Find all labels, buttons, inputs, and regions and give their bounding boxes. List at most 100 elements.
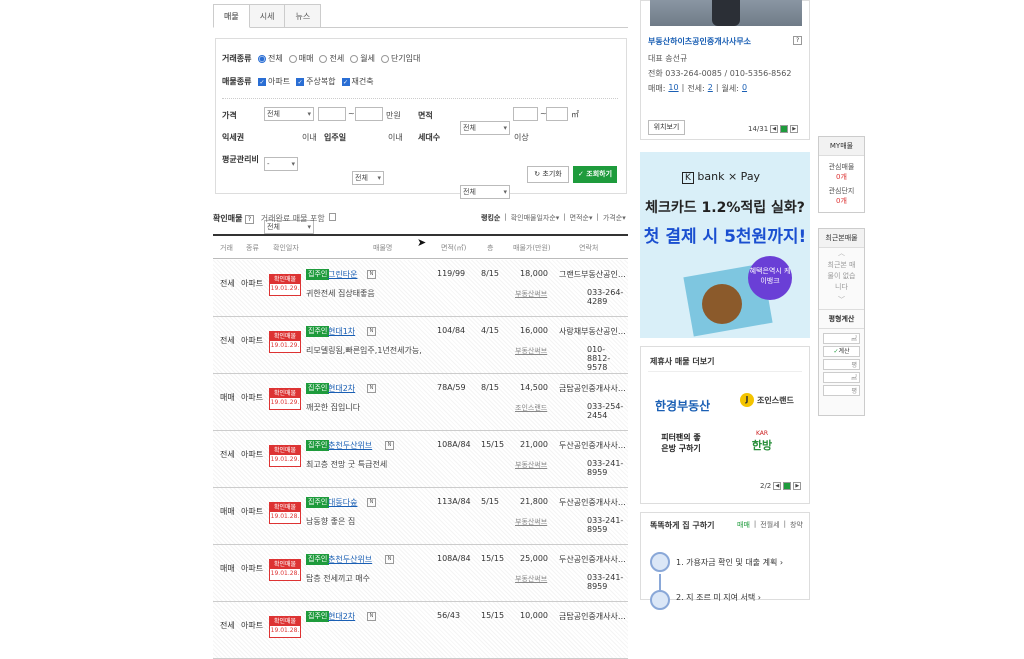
deal-option-monthly[interactable]: 월세: [350, 53, 375, 64]
deal-option-sale[interactable]: 매매: [288, 53, 313, 64]
type-apartment-checkbox[interactable]: ✓ 아파트: [258, 76, 290, 87]
row-name-link[interactable]: 현대2차: [328, 383, 355, 394]
search-button[interactable]: ✓ 조회하기: [573, 166, 617, 183]
prev-icon[interactable]: ◀: [773, 482, 782, 490]
row-agency[interactable]: 그랜드부동산공인…: [559, 269, 626, 280]
row-price: 21,800: [520, 497, 548, 506]
row-desc: 귀한전세 집상태좋음: [306, 289, 375, 298]
agent-monthly-count[interactable]: 0: [742, 83, 747, 94]
fav-listings-label[interactable]: 관심매물: [819, 156, 864, 172]
area-select[interactable]: 전체: [460, 121, 510, 135]
row-agency[interactable]: 금탑공인중개사사…: [559, 383, 626, 394]
row-agency[interactable]: 두산공인중개사사…: [559, 440, 626, 451]
partner-peterpan[interactable]: 피터팬의 좋은방 구하기: [660, 432, 702, 454]
sort-area[interactable]: 면적순▾: [570, 213, 593, 223]
smart-step1[interactable]: 1. 가용자금 확인 및 대출 계획 ›: [676, 557, 783, 568]
row-deal: 전세: [220, 450, 235, 459]
row-source[interactable]: 부동산써브: [515, 517, 547, 527]
row-source[interactable]: 부동산써브: [515, 460, 547, 470]
next-icon[interactable]: ▶: [790, 125, 799, 133]
calc-input-4[interactable]: 평: [823, 385, 860, 396]
pause-icon[interactable]: [783, 482, 792, 490]
households-select[interactable]: 전체: [460, 185, 510, 199]
partner-hankyung[interactable]: 한경부동산: [655, 397, 710, 414]
row-agency[interactable]: 두산공인중개사사…: [559, 497, 626, 508]
row-name-link[interactable]: 춘천두산위브: [328, 440, 372, 451]
prev-icon[interactable]: ◀: [770, 125, 779, 133]
row-agency[interactable]: 두산공인중개사사…: [559, 554, 626, 565]
row-date: 19.01.28.: [270, 627, 300, 634]
row-area: 78A/59: [437, 383, 466, 392]
agent-help-icon[interactable]: ?: [793, 36, 803, 45]
move-in-select[interactable]: 전체: [352, 171, 384, 185]
down-icon[interactable]: ﹀: [819, 295, 864, 305]
next-icon[interactable]: ▶: [793, 482, 802, 490]
sort-ranking[interactable]: 랭킹순: [481, 213, 500, 223]
tab-prices[interactable]: 시세: [249, 4, 286, 28]
price-max-input[interactable]: [355, 107, 383, 121]
table-row[interactable]: 매매 아파트 확인매물 19.01.28. 집주인 춘천두산위브 N 탑층 전세끼고 매수 10…: [213, 545, 628, 602]
row-name-link[interactable]: 현대2차: [328, 611, 355, 622]
calc-input-3[interactable]: ㎡: [823, 372, 860, 383]
type-rebuild-checkbox[interactable]: ✓ 재건축: [341, 76, 374, 87]
deal-option-all[interactable]: 전체: [258, 53, 283, 64]
deal-option-short[interactable]: 단기임대: [380, 53, 420, 64]
area-label: 면적: [418, 111, 433, 120]
row-name-link[interactable]: 현대1차: [328, 326, 355, 337]
row-type: 아파트: [241, 393, 264, 402]
row-floor: 15/15: [481, 611, 505, 620]
row-source[interactable]: 부동산써브: [515, 346, 547, 356]
partner-hanbang[interactable]: KAR 한방: [742, 430, 782, 453]
bear-character: [702, 284, 742, 324]
deal-option-jeonse[interactable]: 전세: [319, 53, 344, 64]
partner-joinsland[interactable]: J 조인스랜드: [740, 393, 794, 407]
deal-type-label: 거래종류: [222, 54, 252, 63]
calc-button[interactable]: ✓계산: [823, 346, 860, 357]
fav-complex-label[interactable]: 관심단지: [819, 182, 864, 196]
row-source[interactable]: 조인스랜드: [515, 403, 547, 413]
reset-button[interactable]: ↻ 초기화: [527, 166, 569, 183]
tab-news[interactable]: 뉴스: [285, 4, 322, 28]
kbank-ad[interactable]: K bank × Pay 체크카드 1.2%적립 실화? 첫 결제 시 5천원까…: [640, 152, 810, 338]
agent-sale-count[interactable]: 10: [668, 83, 678, 94]
col-price: 매물가(만원): [513, 244, 551, 252]
calc-m2-input[interactable]: ㎡: [823, 333, 860, 344]
smart-step2[interactable]: 2. 지 조르 미 지여 서택 ›: [676, 592, 761, 603]
price-min-input[interactable]: [318, 107, 346, 121]
area-min-input[interactable]: [513, 107, 538, 121]
row-desc: 탑층 전세끼고 매수: [306, 574, 370, 583]
sort-price[interactable]: 가격순▾: [603, 213, 626, 223]
sort-date[interactable]: 확인매물일자순▾: [511, 213, 560, 223]
table-row[interactable]: 전세 아파트 확인매물 19.01.29. 집주인 그린타운 N 귀한전세 집상태좋음 119/…: [213, 260, 628, 317]
smart-tab-sale[interactable]: 매매: [737, 520, 750, 530]
row-source[interactable]: 부동산써브: [515, 574, 547, 584]
row-price: 10,000: [520, 611, 548, 620]
row-source[interactable]: 부동산써브: [515, 289, 547, 299]
smart-tab-subscription[interactable]: 창약: [790, 520, 803, 530]
table-row[interactable]: 전세 아파트 확인매물 19.01.29. 집주인 춘천두산위브 N 최고층 전망 굿 특급전…: [213, 431, 628, 488]
agent-name[interactable]: 부동산하이츠공인중개사사무소: [648, 36, 751, 47]
yield-select[interactable]: -: [264, 157, 298, 171]
calc-pyeong-input[interactable]: 평: [823, 359, 860, 370]
pause-icon[interactable]: [780, 125, 789, 133]
type-mixed-checkbox[interactable]: ✓ 주상복합: [296, 76, 336, 87]
agent-jeonse-count[interactable]: 2: [708, 83, 713, 94]
smart-tab-lease[interactable]: 전월세: [760, 520, 779, 530]
map-button[interactable]: 위치보기: [648, 120, 685, 135]
table-row[interactable]: 매매 아파트 확인매물 19.01.29. 집주인 현대2차 N 깨끗한 집입니다 78A/59…: [213, 374, 628, 431]
include-completed-checkbox[interactable]: [329, 213, 337, 221]
row-name-link[interactable]: 대동다숲: [328, 497, 357, 508]
table-row[interactable]: 전세 아파트 확인매물 19.01.29. 집주인 현대1차 N 리모델링됨,빠른입주,1년전…: [213, 317, 628, 374]
row-name-link[interactable]: 춘천두산위브: [328, 554, 372, 565]
table-row[interactable]: 전세 아파트 확인매물 19.01.28. 집주인 현대2차 N 56/43 15/15 10,0…: [213, 602, 628, 659]
up-icon[interactable]: ︿: [819, 248, 864, 258]
row-agency[interactable]: 금탑공인중개사사…: [559, 611, 626, 622]
area-max-input[interactable]: [546, 107, 568, 121]
range-tilde: ~: [348, 109, 355, 118]
tab-listings[interactable]: 매물: [213, 4, 250, 28]
row-name-link[interactable]: 그린타운: [328, 269, 357, 280]
table-row[interactable]: 매매 아파트 확인매물 19.01.28. 집주인 대동다숲 N 남동향 좋은 집 113A/8…: [213, 488, 628, 545]
help-icon[interactable]: ?: [245, 215, 255, 224]
price-select[interactable]: 전체: [264, 107, 314, 121]
row-agency[interactable]: 사랑채부동산공인…: [559, 326, 626, 337]
